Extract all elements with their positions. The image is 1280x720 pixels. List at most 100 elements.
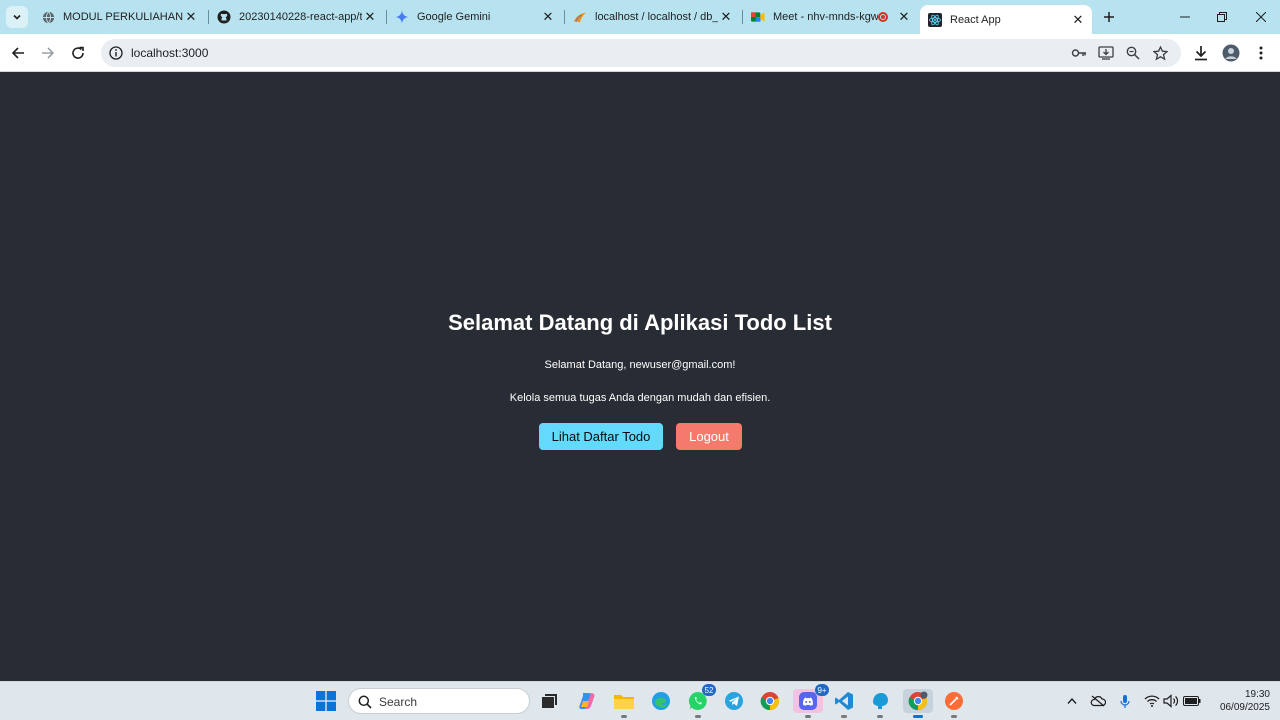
telegram-icon — [725, 692, 743, 710]
active-indicator — [913, 715, 923, 718]
close-icon[interactable]: ✕ — [362, 9, 378, 25]
chrome-profile-app[interactable] — [903, 689, 933, 718]
search-icon — [358, 695, 372, 709]
start-button[interactable] — [314, 689, 338, 713]
discord-app[interactable]: 9+ — [793, 684, 829, 718]
tab-search-button[interactable] — [6, 6, 28, 28]
volume-icon[interactable] — [1163, 693, 1179, 709]
globe-icon — [41, 10, 55, 24]
view-todo-list-button[interactable]: Lihat Daftar Todo — [539, 423, 663, 450]
plus-icon — [1104, 12, 1114, 22]
zoom-icon[interactable] — [1125, 45, 1141, 61]
welcome-message: Selamat Datang, newuser@gmail.com! — [544, 359, 736, 371]
tab-google-gemini[interactable]: Google Gemini ✕ — [387, 4, 562, 30]
recording-icon — [878, 12, 888, 22]
meet-icon — [751, 10, 765, 24]
tab-modul-perkuliahan[interactable]: MODUL PERKULIAHAN ✕ — [33, 4, 205, 30]
search-label: Search — [379, 695, 418, 709]
address-bar[interactable]: localhost:3000 — [101, 39, 1181, 67]
restore-button[interactable] — [1203, 0, 1241, 34]
copilot-app[interactable] — [575, 689, 599, 713]
close-icon[interactable]: ✕ — [183, 9, 199, 25]
restore-icon — [1217, 12, 1227, 22]
edge-app[interactable] — [649, 689, 673, 713]
close-window-button[interactable] — [1242, 0, 1280, 34]
telegram-app[interactable] — [722, 689, 746, 713]
password-key-icon[interactable] — [1071, 45, 1087, 61]
minimize-icon — [1180, 16, 1190, 18]
microphone-icon[interactable] — [1117, 693, 1133, 709]
page-description: Kelola semua tugas Anda dengan mudah dan… — [509, 392, 771, 404]
running-indicator — [951, 715, 957, 718]
postman-icon — [945, 692, 963, 710]
system-clock[interactable]: 19:30 06/09/2025 — [1206, 688, 1270, 714]
vscode-icon — [835, 692, 853, 710]
tab-title: 20230140228-react-app/tu — [239, 11, 362, 23]
forward-button[interactable] — [37, 42, 59, 64]
gemini-icon — [395, 10, 409, 24]
running-indicator — [695, 715, 701, 718]
running-indicator — [805, 715, 811, 718]
tab-title: MODUL PERKULIAHAN — [63, 11, 183, 23]
close-icon[interactable]: ✕ — [718, 9, 734, 25]
page-title: Selamat Datang di Aplikasi Todo List — [448, 310, 832, 335]
close-icon[interactable]: ✕ — [1070, 12, 1086, 28]
discord-icon — [799, 692, 817, 710]
show-hidden-icons[interactable] — [1064, 693, 1080, 709]
avatar-icon — [1222, 44, 1240, 62]
site-info-icon[interactable] — [109, 46, 123, 60]
chevron-up-icon — [1067, 697, 1077, 704]
whatsapp-app[interactable]: 52 — [686, 684, 716, 718]
close-icon[interactable]: ✕ — [896, 9, 912, 25]
file-explorer-app[interactable] — [612, 689, 636, 718]
install-app-icon[interactable] — [1098, 45, 1114, 61]
tab-phpmyadmin[interactable]: localhost / localhost / db_t ✕ — [565, 4, 740, 30]
chrome-icon — [760, 692, 780, 711]
wifi-icon[interactable] — [1144, 693, 1160, 709]
logout-button[interactable]: Logout — [676, 423, 742, 450]
address-url[interactable]: localhost:3000 — [131, 46, 208, 60]
postman-app[interactable] — [942, 689, 966, 718]
unknown-app[interactable] — [868, 689, 892, 718]
windows-taskbar: Search 52 9+ 19:30 06/09/2025 — [0, 681, 1280, 720]
reload-button[interactable] — [67, 42, 89, 64]
tab-react-app[interactable]: React App ✕ — [920, 5, 1092, 34]
chrome-app[interactable] — [758, 689, 782, 713]
menu-button[interactable] — [1252, 44, 1270, 62]
back-button[interactable] — [7, 42, 29, 64]
onedrive-icon[interactable] — [1090, 693, 1106, 709]
vscode-app[interactable] — [832, 689, 856, 718]
close-icon[interactable]: ✕ — [540, 9, 556, 25]
windows-logo-icon — [316, 691, 336, 711]
running-indicator — [877, 715, 883, 718]
arrow-right-icon — [42, 47, 55, 59]
bookmark-star-icon[interactable] — [1152, 45, 1168, 61]
tab-title: Google Gemini — [417, 11, 491, 23]
chrome-icon — [908, 691, 928, 711]
battery-icon[interactable] — [1183, 693, 1201, 709]
tab-github[interactable]: 20230140228-react-app/tu ✕ — [209, 4, 384, 30]
new-tab-button[interactable] — [1099, 7, 1119, 27]
more-vertical-icon — [1259, 46, 1263, 60]
reload-icon — [72, 46, 84, 59]
react-app-page: Selamat Datang di Aplikasi Todo List Sel… — [0, 73, 1280, 681]
app-icon — [873, 693, 888, 709]
minimize-button[interactable] — [1166, 0, 1204, 34]
tab-title: Meet - nhv-mnds-kgw — [773, 11, 878, 23]
download-icon[interactable] — [1192, 44, 1210, 62]
copilot-icon — [579, 693, 595, 709]
clock-date: 06/09/2025 — [1219, 702, 1270, 713]
tab-title: localhost / localhost / db_t — [595, 11, 718, 23]
running-indicator — [841, 715, 847, 718]
task-view-icon — [542, 694, 557, 708]
profile-avatar[interactable] — [1222, 44, 1240, 62]
tab-strip: MODUL PERKULIAHAN ✕ 20230140228-react-ap… — [0, 0, 1280, 34]
task-view-button[interactable] — [537, 689, 561, 713]
close-icon — [1256, 12, 1266, 22]
edge-icon — [652, 692, 670, 710]
tab-google-meet[interactable]: Meet - nhv-mnds-kgw ✕ — [743, 4, 918, 30]
running-indicator — [621, 715, 627, 718]
clock-time: 19:30 — [1244, 689, 1270, 700]
taskbar-search[interactable]: Search — [348, 688, 530, 714]
phpmyadmin-icon — [573, 10, 587, 24]
